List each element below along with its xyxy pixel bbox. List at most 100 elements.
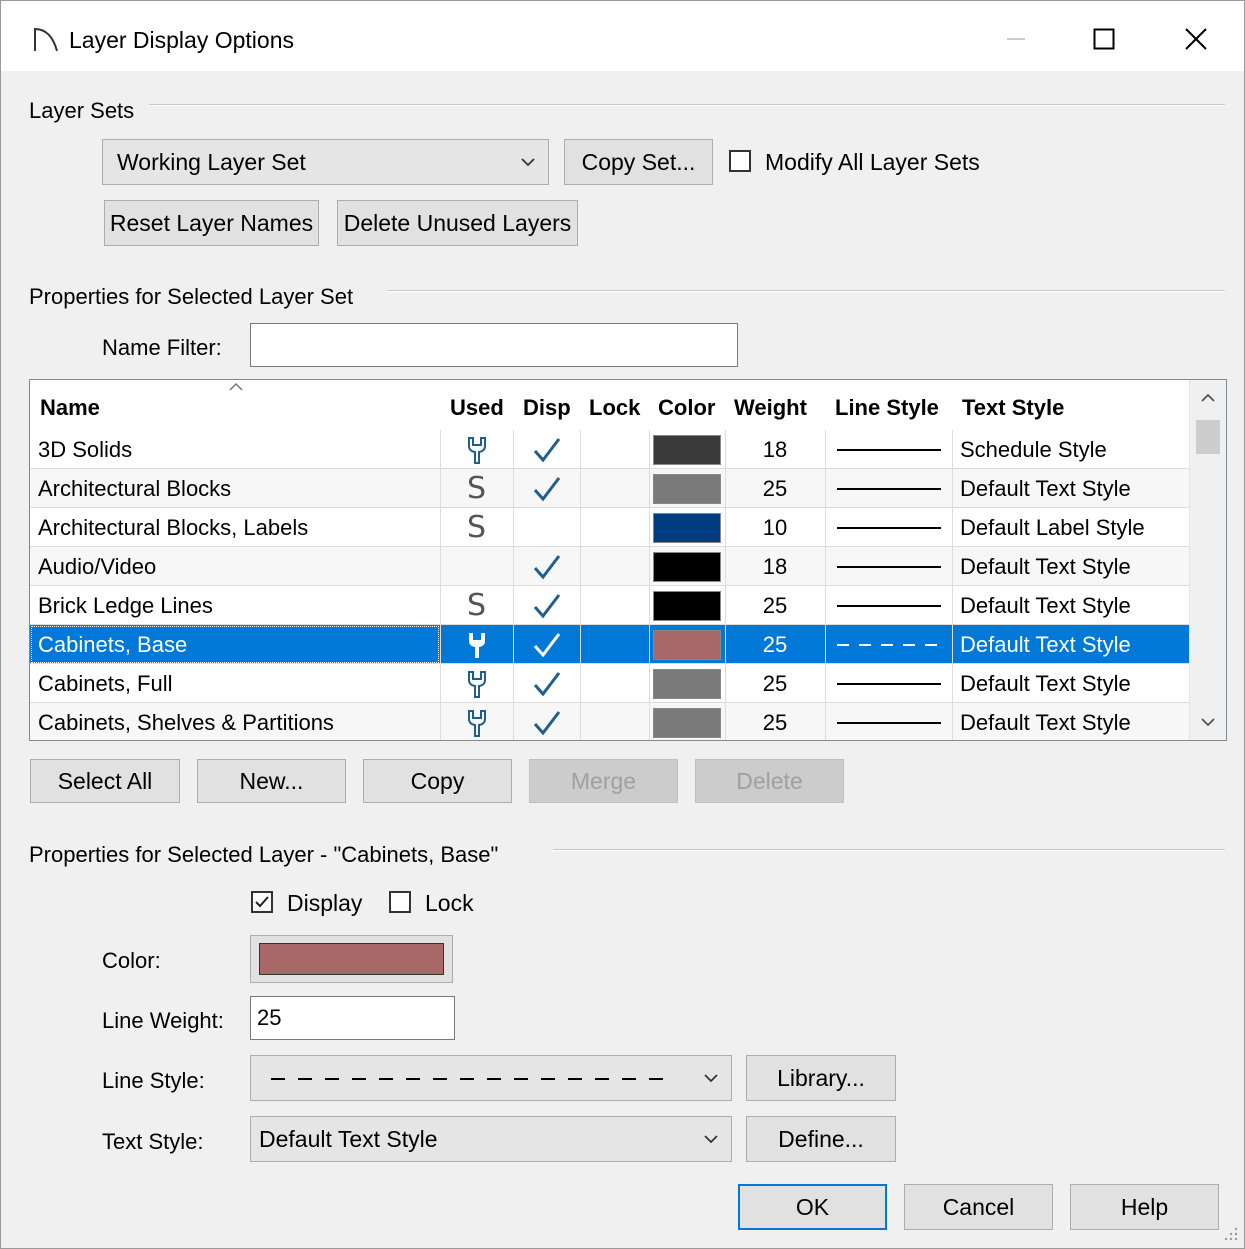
delete-unused-layers-button[interactable]: Delete Unused Layers <box>337 200 578 246</box>
column-header-name[interactable]: Name <box>40 395 100 421</box>
column-separator <box>952 430 953 469</box>
solid-line-preview <box>836 487 941 490</box>
table-row[interactable]: Audio/Video 18 Default Text Style <box>30 547 1190 586</box>
column-header-used[interactable]: Used <box>450 395 504 421</box>
column-separator <box>952 664 953 703</box>
sort-ascending-icon <box>229 382 243 391</box>
column-header-text-style[interactable]: Text Style <box>962 395 1064 421</box>
column-separator <box>825 703 826 740</box>
lock-cell <box>580 508 649 547</box>
delete-layer-button[interactable]: Delete <box>695 759 844 803</box>
color-picker-button[interactable] <box>250 935 453 983</box>
modify-all-checkbox[interactable] <box>729 150 751 172</box>
library-button[interactable]: Library... <box>746 1055 896 1101</box>
lock-checkbox[interactable] <box>389 891 411 913</box>
column-header-disp[interactable]: Disp <box>523 395 571 421</box>
column-separator <box>952 586 953 625</box>
display-cell <box>513 586 580 625</box>
symbol-s-icon: S <box>466 588 487 623</box>
table-row[interactable]: Architectural Blocks, Labels S 10 Default L… <box>30 508 1190 547</box>
column-header-line-style[interactable]: Line Style <box>835 395 939 421</box>
column-separator <box>725 430 726 469</box>
table-row[interactable]: Cabinets, Shelves & Partitions 25 Default … <box>30 703 1190 740</box>
merge-layer-button[interactable]: Merge <box>529 759 678 803</box>
column-header-lock[interactable]: Lock <box>589 395 640 421</box>
scroll-up-icon[interactable] <box>1200 392 1216 404</box>
help-button[interactable]: Help <box>1070 1184 1219 1230</box>
column-header-color[interactable]: Color <box>658 395 715 421</box>
table-row[interactable]: Cabinets, Full 25 Default Text Style <box>30 664 1190 703</box>
line-style-label: Line Style: <box>102 1068 205 1093</box>
display-cell <box>513 430 580 469</box>
copy-layer-button[interactable]: Copy <box>363 759 512 803</box>
weight-cell: 18 <box>762 436 788 462</box>
scroll-down-icon[interactable] <box>1200 716 1216 728</box>
checkmark-icon <box>255 896 269 908</box>
app-icon <box>34 27 58 52</box>
line-weight-input[interactable]: 25 <box>250 996 455 1040</box>
column-separator <box>580 664 581 703</box>
color-cell <box>649 625 725 664</box>
layer-set-select[interactable]: Working Layer Set <box>102 139 549 185</box>
column-separator <box>649 586 650 625</box>
text-style-label: Text Style: <box>102 1129 204 1154</box>
table-row[interactable]: 3D Solids 18 Schedule Style <box>30 430 1190 469</box>
text-style-cell: Default Text Style <box>960 709 1131 735</box>
line-style-cell <box>825 547 952 586</box>
table-scrollbar[interactable] <box>1189 380 1226 740</box>
column-separator <box>952 703 953 740</box>
text-style-select-value: Default Text Style <box>259 1125 438 1152</box>
column-separator <box>825 469 826 508</box>
column-separator <box>580 469 581 508</box>
reset-layer-names-button[interactable]: Reset Layer Names <box>104 200 319 246</box>
line-style-select[interactable] <box>250 1055 732 1101</box>
ok-button[interactable]: OK <box>738 1184 887 1230</box>
weight-cell: 10 <box>762 514 788 540</box>
table-row[interactable]: Architectural Blocks S 25 Default Text Styl… <box>30 469 1190 508</box>
dashed-line-preview <box>271 1078 669 1080</box>
column-separator <box>825 586 826 625</box>
title-bar[interactable]: Layer Display Options <box>1 1 1244 71</box>
color-cell <box>649 664 725 703</box>
column-separator <box>649 703 650 740</box>
used-cell <box>440 703 513 740</box>
resize-grip-icon[interactable] <box>1223 1226 1239 1242</box>
color-cell <box>649 469 725 508</box>
layer-name: Architectural Blocks <box>38 475 232 501</box>
column-separator <box>440 586 441 625</box>
display-cell <box>513 625 580 664</box>
properties-set-group-label: Properties for Selected Layer Set <box>29 284 354 309</box>
table-row[interactable]: Cabinets, Base 25 Default Text Style <box>30 625 1190 664</box>
lock-cell <box>580 664 649 703</box>
column-separator <box>725 508 726 547</box>
color-cell <box>649 508 725 547</box>
color-swatch <box>653 473 721 504</box>
weight-cell: 18 <box>762 553 788 579</box>
layer-name: Cabinets, Full <box>38 670 173 696</box>
display-checkbox[interactable] <box>251 891 273 913</box>
column-separator <box>725 703 726 740</box>
copy-set-button[interactable]: Copy Set... <box>564 139 713 185</box>
column-separator <box>725 664 726 703</box>
column-separator <box>440 625 441 664</box>
define-button[interactable]: Define... <box>746 1116 896 1162</box>
close-button[interactable] <box>1173 19 1219 59</box>
column-separator <box>440 703 441 740</box>
layer-name: Cabinets, Shelves & Partitions <box>38 709 334 735</box>
maximize-button[interactable] <box>1081 19 1127 59</box>
cancel-button[interactable]: Cancel <box>904 1184 1053 1230</box>
text-style-cell: Default Text Style <box>960 631 1131 657</box>
checkmark-icon <box>533 554 560 579</box>
chevron-down-icon <box>704 1135 718 1144</box>
text-style-select[interactable]: Default Text Style <box>250 1116 732 1162</box>
minimize-button[interactable] <box>993 19 1039 59</box>
column-separator <box>825 625 826 664</box>
scroll-thumb[interactable] <box>1196 420 1220 454</box>
table-row[interactable]: Brick Ledge Lines S 25 Default Text Style <box>30 586 1190 625</box>
name-filter-input[interactable] <box>250 323 738 367</box>
column-separator <box>725 547 726 586</box>
new-layer-button[interactable]: New... <box>197 759 346 803</box>
select-all-button[interactable]: Select All <box>30 759 180 803</box>
column-header-weight[interactable]: Weight <box>734 395 807 421</box>
used-cell <box>440 664 513 703</box>
